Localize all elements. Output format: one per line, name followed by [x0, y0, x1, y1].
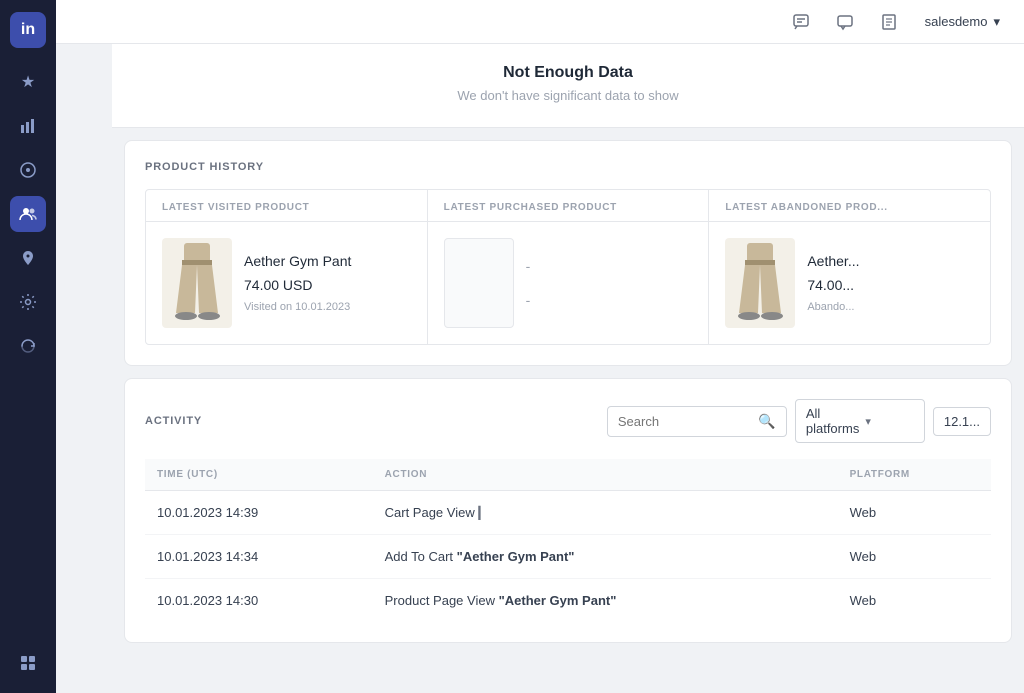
app-logo[interactable]: in [10, 12, 46, 48]
latest-purchased-product: LATEST PURCHASED PRODUCT - - [428, 190, 710, 344]
action-bold: "Aether Gym Pant" [457, 549, 575, 564]
action-bold: "Aether Gym Pant" [499, 593, 617, 608]
visited-product-price: 74.00 USD [244, 277, 411, 293]
abandoned-product-info: Aether... 74.00... Abando... [807, 253, 974, 313]
visited-product-name: Aether Gym Pant [244, 253, 411, 269]
product-grid: LATEST VISITED PRODUCT [145, 189, 991, 345]
latest-abandoned-header: LATEST ABANDONED PROD... [709, 190, 990, 222]
product-history-section: PRODUCT HISTORY LATEST VISITED PRODUCT [124, 140, 1012, 366]
purchased-name-dash: - [526, 258, 693, 274]
purchased-product-image-placeholder [444, 238, 514, 328]
sidebar-item-location[interactable] [10, 240, 46, 276]
platform-header: PLATFORM [838, 459, 991, 491]
sidebar-item-integrations[interactable] [10, 152, 46, 188]
account-chevron: ▾ [993, 14, 1000, 30]
chat-icon[interactable] [785, 6, 817, 38]
pants-svg [162, 238, 232, 328]
activity-table: TIME (UTC) ACTION PLATFORM 10.01.2023 14… [145, 459, 991, 622]
abandoned-product-image [725, 238, 795, 328]
latest-visited-product: LATEST VISITED PRODUCT [146, 190, 428, 344]
account-label: salesdemo [925, 14, 988, 29]
sidebar-item-favorites[interactable]: ★ [10, 64, 46, 100]
product-history-title: PRODUCT HISTORY [145, 161, 991, 173]
row-action: Product Page View "Aether Gym Pant" [373, 579, 838, 623]
activity-header: ACTIVITY 🔍 All platforms ▾ 12.1... [145, 399, 991, 443]
abandoned-pants-svg [725, 238, 795, 328]
sidebar-item-settings[interactable] [10, 284, 46, 320]
visited-product-info: Aether Gym Pant 74.00 USD Visited on 10.… [244, 253, 411, 313]
account-selector[interactable]: salesdemo ▾ [917, 10, 1008, 34]
no-data-title: Not Enough Data [128, 64, 1008, 82]
message-icon[interactable] [829, 6, 861, 38]
platform-filter-label: All platforms [806, 406, 859, 436]
latest-visited-header: LATEST VISITED PRODUCT [146, 190, 427, 222]
platform-chevron-icon: ▾ [865, 415, 914, 428]
row-action: Cart Page View ▎ [373, 491, 838, 535]
time-header: TIME (UTC) [145, 459, 373, 491]
sidebar-item-analytics[interactable] [10, 108, 46, 144]
visited-product-date: Visited on 10.01.2023 [244, 301, 411, 313]
sidebar-item-refresh[interactable] [10, 328, 46, 364]
search-icon: 🔍 [758, 413, 775, 430]
purchased-price-dash: - [526, 292, 693, 308]
activity-controls: 🔍 All platforms ▾ 12.1... [607, 399, 991, 443]
sidebar-item-grid[interactable] [10, 645, 46, 681]
latest-abandoned-body: Aether... 74.00... Abando... [709, 222, 990, 344]
latest-abandoned-product: LATEST ABANDONED PROD... Aethe [709, 190, 990, 344]
row-platform: Web [838, 579, 991, 623]
top-bar: salesdemo ▾ [56, 0, 1024, 44]
sidebar: in ★ [0, 0, 56, 693]
table-header-row: TIME (UTC) ACTION PLATFORM [145, 459, 991, 491]
main-content: Not Enough Data We don't have significan… [112, 44, 1024, 693]
book-icon[interactable] [873, 6, 905, 38]
row-time: 10.01.2023 14:34 [145, 535, 373, 579]
latest-purchased-header: LATEST PURCHASED PRODUCT [428, 190, 709, 222]
latest-purchased-body: - - [428, 222, 709, 344]
cursor-indicator: ▎ [478, 506, 487, 520]
sidebar-item-users[interactable] [10, 196, 46, 232]
platform-filter[interactable]: All platforms ▾ [795, 399, 925, 443]
latest-visited-body: Aether Gym Pant 74.00 USD Visited on 10.… [146, 222, 427, 344]
table-row: 10.01.2023 14:30 Product Page View "Aeth… [145, 579, 991, 623]
purchased-product-info: - - [526, 258, 693, 308]
abandoned-product-price: 74.00... [807, 277, 974, 293]
abandoned-product-name: Aether... [807, 253, 974, 269]
search-box[interactable]: 🔍 [607, 406, 787, 437]
table-row: 10.01.2023 14:34 Add To Cart "Aether Gym… [145, 535, 991, 579]
abandoned-product-date: Abando... [807, 301, 974, 313]
no-data-subtitle: We don't have significant data to show [128, 88, 1008, 103]
table-row: 10.01.2023 14:39 Cart Page View ▎ Web [145, 491, 991, 535]
activity-title: ACTIVITY [145, 415, 202, 427]
visited-product-image [162, 238, 232, 328]
no-data-banner: Not Enough Data We don't have significan… [112, 44, 1024, 128]
row-action: Add To Cart "Aether Gym Pant" [373, 535, 838, 579]
row-platform: Web [838, 491, 991, 535]
date-filter[interactable]: 12.1... [933, 407, 991, 436]
activity-section: ACTIVITY 🔍 All platforms ▾ 12.1... TIME … [124, 378, 1012, 643]
row-platform: Web [838, 535, 991, 579]
action-header: ACTION [373, 459, 838, 491]
row-time: 10.01.2023 14:30 [145, 579, 373, 623]
row-time: 10.01.2023 14:39 [145, 491, 373, 535]
search-input[interactable] [618, 414, 753, 429]
